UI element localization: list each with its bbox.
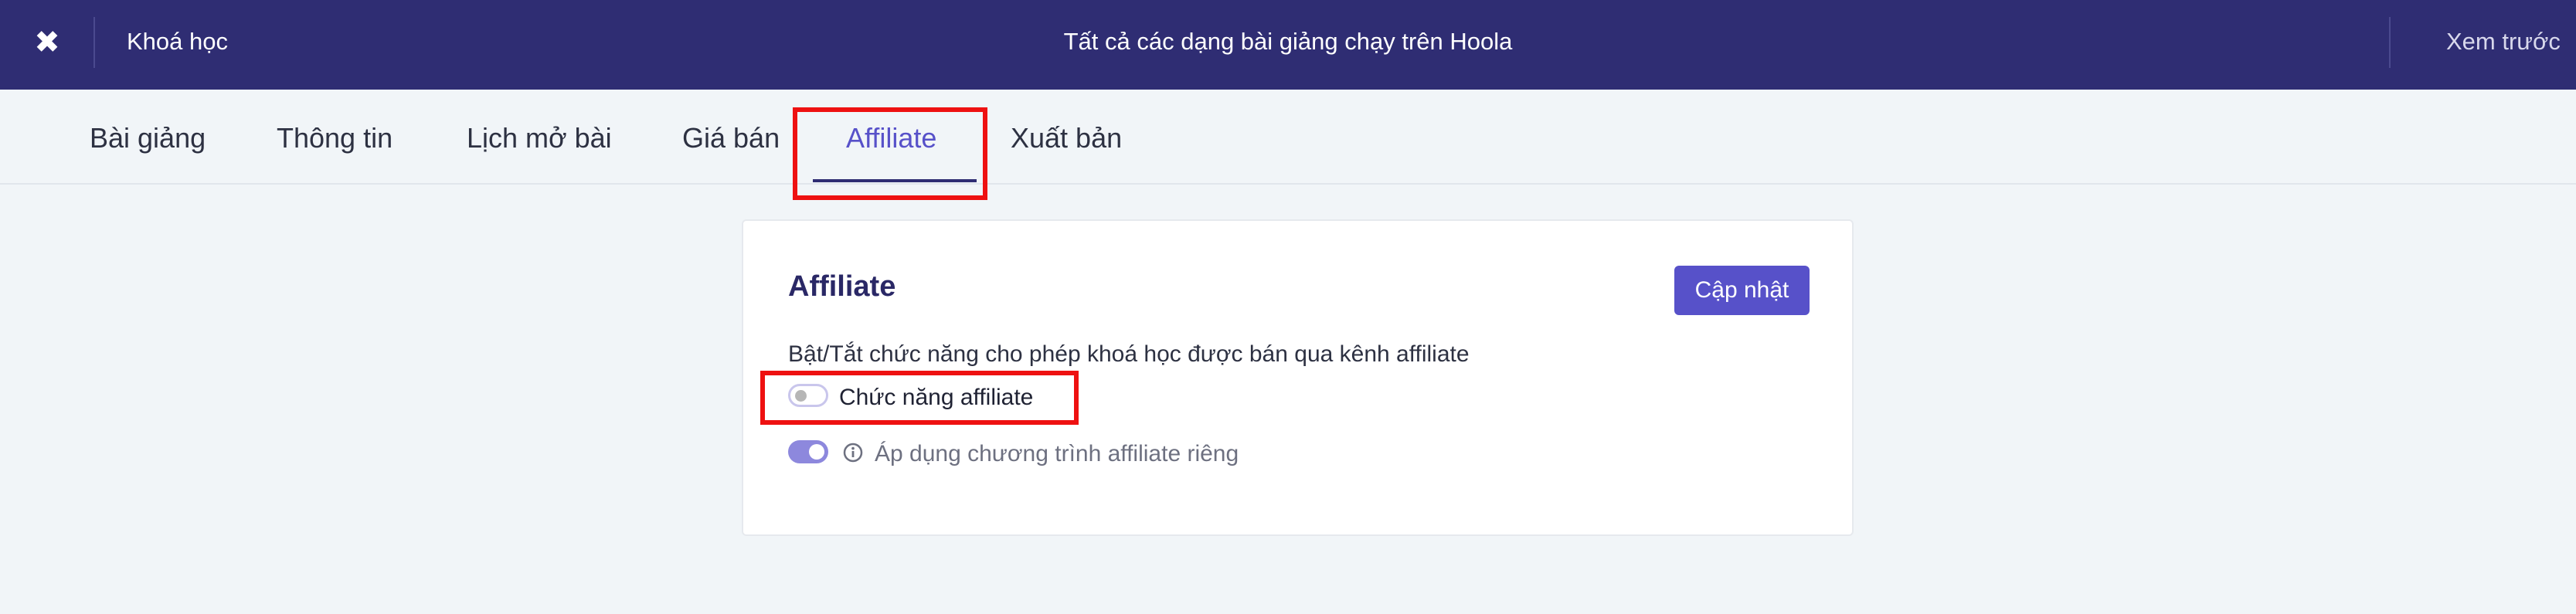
card-title: Affiliate	[788, 270, 896, 303]
tab-bar: Bài giảng Thông tin Lịch mở bài Giá bán …	[0, 90, 2576, 185]
divider	[2389, 17, 2391, 68]
tab-info[interactable]: Thông tin	[277, 122, 393, 154]
tab-schedule[interactable]: Lịch mở bài	[467, 122, 612, 154]
info-icon	[843, 443, 863, 463]
description: Bật/Tắt chức năng cho phép khoá học được…	[788, 341, 1470, 367]
tab-price[interactable]: Giá bán	[682, 122, 780, 154]
highlight-box-tab	[793, 107, 987, 200]
preview-button[interactable]: Xem trước	[2446, 28, 2561, 56]
custom-affiliate-toggle-label: Áp dụng chương trình affiliate riêng	[875, 441, 1239, 466]
top-bar: ✖ Khoá học Tất cả các dạng bài giảng chạ…	[0, 0, 2576, 90]
update-button[interactable]: Cập nhật	[1674, 266, 1810, 315]
tab-lectures[interactable]: Bài giảng	[90, 122, 206, 154]
highlight-box-toggle	[760, 371, 1079, 425]
page-title: Tất cả các dạng bài giảng chạy trên Hool…	[1063, 28, 1513, 55]
toggle-knob	[809, 444, 824, 460]
custom-affiliate-toggle[interactable]	[788, 440, 828, 463]
tab-publish[interactable]: Xuất bản	[1011, 122, 1122, 154]
